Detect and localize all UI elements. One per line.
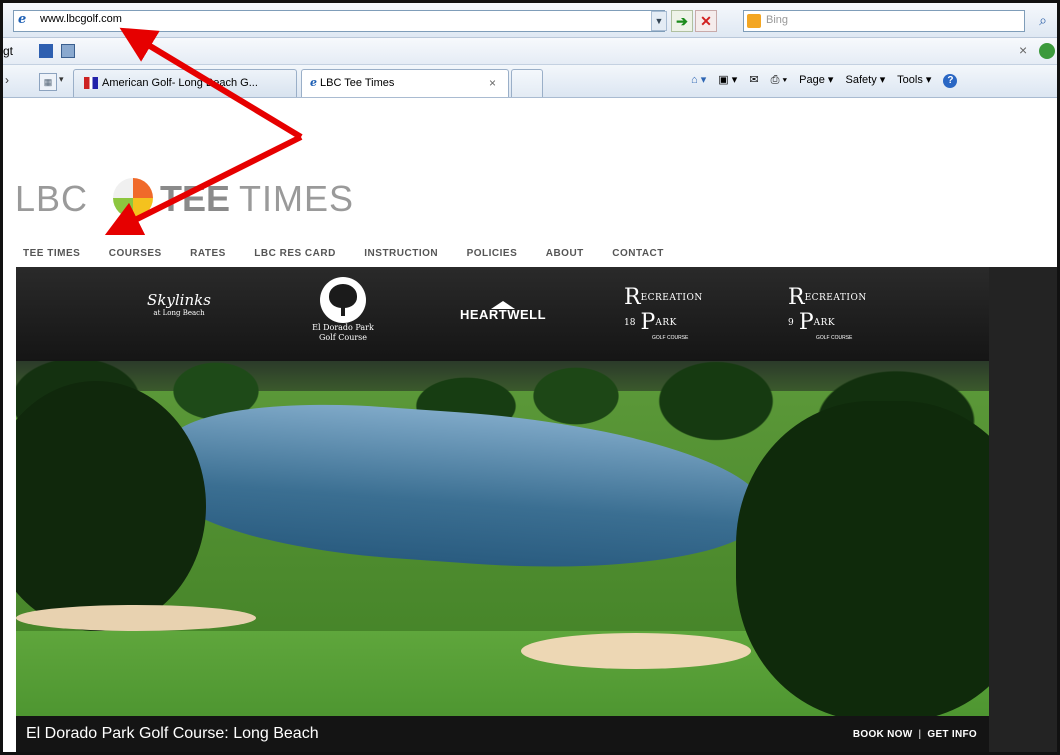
sand-bunker xyxy=(16,605,256,631)
american-golf-favicon-icon xyxy=(84,77,98,90)
book-now-link[interactable]: BOOK NOW xyxy=(853,729,913,740)
rec9-num: 9 xyxy=(788,318,794,328)
command-bar: ⌂ ▾ ▣ ▾ ✉ ⎙ ▾ Page ▾ Safety ▾ Tools ▾ ? xyxy=(691,73,966,88)
nav-lbc-res-card[interactable]: LBC RES CARD xyxy=(254,248,336,259)
skylinks-logo[interactable]: Skylinks at Long Beach xyxy=(124,291,234,317)
bing-icon xyxy=(747,14,761,28)
rec18-initial2: P xyxy=(640,310,656,335)
hero-caption: El Dorado Park Golf Course: Long Beach xyxy=(26,725,319,742)
tab-american-golf[interactable]: American Golf- Long Beach G... xyxy=(73,69,297,97)
rec9-gc: GOLF COURSE xyxy=(816,335,853,341)
rec9-initial: R xyxy=(788,285,805,310)
nav-courses[interactable]: COURSES xyxy=(109,248,162,259)
skylinks-sub: at Long Beach xyxy=(153,309,205,317)
url-text[interactable]: www.lbcgolf.com xyxy=(40,13,122,25)
caption-bar: El Dorado Park Golf Course: Long Beach B… xyxy=(16,716,989,752)
nav-policies[interactable]: POLICIES xyxy=(467,248,518,259)
right-dark-panel xyxy=(989,267,1057,752)
address-bar[interactable]: e www.lbcgolf.com xyxy=(13,10,665,32)
search-placeholder: Bing xyxy=(766,14,789,26)
main-nav: TEE TIMES COURSES RATES LBC RES CARD INS… xyxy=(23,243,688,259)
ie-page-icon: e xyxy=(18,12,27,27)
heartwell-name: HEARTWELL xyxy=(459,307,547,322)
address-dropdown-chevron-icon[interactable]: ▼ xyxy=(651,11,667,31)
page-menu[interactable]: Page ▾ xyxy=(799,74,833,86)
el-dorado-line1: El Dorado Park xyxy=(312,323,374,332)
tab-bar: › ▦ ▾ American Golf- Long Beach G... e LB… xyxy=(3,65,1057,98)
rec18-word1: ECREATION xyxy=(640,293,703,303)
golf-course-photo xyxy=(16,361,989,716)
safety-menu[interactable]: Safety ▾ xyxy=(846,74,886,86)
tab-close-icon[interactable]: × xyxy=(489,70,496,96)
tab-label: American Golf- Long Beach G... xyxy=(102,77,258,89)
links-toolbar: gt × xyxy=(3,38,1057,65)
nav-about[interactable]: ABOUT xyxy=(546,248,584,259)
logo-times-text: TIMES xyxy=(239,178,355,219)
search-icon[interactable]: ⌕ xyxy=(1033,10,1053,30)
favorites-chevron-icon[interactable]: › xyxy=(5,73,9,87)
rec18-gc: GOLF COURSE xyxy=(652,335,689,341)
cta-links: BOOK NOW | GET INFO xyxy=(852,729,977,740)
sand-bunker xyxy=(521,633,751,669)
links-label: gt xyxy=(3,44,14,58)
toolbar-feed-icon[interactable] xyxy=(61,44,75,58)
el-dorado-line2: Golf Course xyxy=(318,333,368,342)
rec9-initial2: P xyxy=(798,310,814,335)
nav-contact[interactable]: CONTACT xyxy=(612,248,664,259)
skylinks-name: Skylinks xyxy=(147,291,211,309)
ie-favicon-icon: e xyxy=(310,76,317,89)
el-dorado-logo[interactable]: El Dorado Park Golf Course xyxy=(298,277,388,343)
nav-tee-times[interactable]: TEE TIMES xyxy=(23,248,80,259)
go-arrow-icon[interactable]: ➔ xyxy=(671,10,693,32)
course-logo-bar: Skylinks at Long Beach El Dorado Park Go… xyxy=(16,267,989,361)
rec9-word2: ARK xyxy=(813,318,836,328)
beach-ball-logo-icon xyxy=(113,178,153,218)
tab-list-chevron-icon[interactable]: ▾ xyxy=(59,74,64,85)
recreation-park-9-logo[interactable]: RECREATION 9 PARK GOLF COURSE xyxy=(788,285,878,341)
home-icon[interactable]: ⌂ ▾ xyxy=(691,74,706,86)
stop-icon[interactable]: ✕ xyxy=(695,10,717,32)
nav-rates[interactable]: RATES xyxy=(190,248,226,259)
logo-lbc-text: LBC xyxy=(15,178,89,219)
oak-tree-icon xyxy=(320,277,366,323)
new-tab-button[interactable] xyxy=(511,69,543,97)
feeds-icon[interactable]: ▣ ▾ xyxy=(718,74,737,86)
close-toolbar-icon[interactable]: × xyxy=(1019,42,1027,58)
tab-lbc-tee-times[interactable]: e LBC Tee Times × xyxy=(301,69,509,97)
rec9-word1: ECREATION xyxy=(804,293,867,303)
heartwell-logo[interactable]: HEARTWELL xyxy=(453,301,553,322)
recreation-park-18-logo[interactable]: RECREATION 18 PARK GOLF COURSE xyxy=(624,285,714,341)
address-bar-row: e www.lbcgolf.com ▼ ➔ ✕ Bing ⌕ xyxy=(3,3,1057,38)
search-input[interactable]: Bing xyxy=(743,10,1025,32)
rec18-num: 18 xyxy=(624,318,636,328)
print-icon[interactable]: ⎙ ▾ xyxy=(771,74,787,86)
rec18-word2: ARK xyxy=(655,318,677,328)
nav-instruction[interactable]: INSTRUCTION xyxy=(364,248,438,259)
toolbar-app-icon[interactable] xyxy=(39,44,53,58)
screenshot-frame: e www.lbcgolf.com ▼ ➔ ✕ Bing ⌕ gt × › ▦ … xyxy=(0,0,1060,755)
get-info-link[interactable]: GET INFO xyxy=(927,729,977,740)
quick-tabs-icon[interactable]: ▦ xyxy=(39,73,57,91)
hero-banner: Skylinks at Long Beach El Dorado Park Go… xyxy=(16,267,989,752)
toolbar-globe-icon[interactable] xyxy=(1039,43,1055,59)
mail-icon[interactable]: ✉ xyxy=(749,74,758,86)
help-icon[interactable]: ? xyxy=(943,74,958,88)
tab-label: LBC Tee Times xyxy=(320,77,395,89)
tools-menu[interactable]: Tools ▾ xyxy=(897,74,931,86)
logo-tee-text: TEE xyxy=(160,178,231,219)
rec18-initial: R xyxy=(624,285,641,310)
